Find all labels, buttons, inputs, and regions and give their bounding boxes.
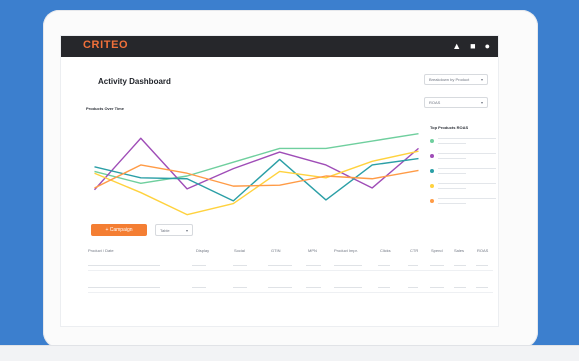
table-row <box>88 284 498 293</box>
legend-placeholder-line <box>438 153 496 154</box>
column-header-mpn: MPN <box>308 248 317 253</box>
column-header-social: Social <box>234 248 245 253</box>
view-dropdown[interactable]: Table ▾ <box>155 224 193 236</box>
metric-dropdown[interactable]: ROAS ▾ <box>424 97 488 108</box>
legend-dot <box>430 169 434 173</box>
table-row-separator <box>88 292 493 293</box>
chevron-down-icon: ▾ <box>480 77 483 82</box>
metric-dropdown-label: ROAS <box>429 100 441 105</box>
add-campaign-button[interactable]: + Campaign <box>91 224 147 236</box>
legend-dot <box>430 184 434 188</box>
legend-dot <box>430 139 434 143</box>
column-header-ctr: CTR <box>410 248 419 253</box>
page-title: Activity Dashboard <box>98 77 171 86</box>
topbar-icons: ▲ ■ ● <box>452 39 490 53</box>
legend-dot <box>430 154 434 158</box>
table-header: Product / Date Display Social GTIN MPN P… <box>88 248 498 256</box>
legend-placeholder-line <box>438 188 466 189</box>
legend-placeholder-line <box>438 168 496 169</box>
column-header-display: Display <box>196 248 210 253</box>
chart-series-line-5 <box>94 164 419 189</box>
top-bar: CRITEO ▲ ■ ● <box>61 36 498 57</box>
column-header-spend: Spend <box>431 248 443 253</box>
laptop-base <box>0 345 579 361</box>
chevron-down-icon: ▾ <box>185 227 188 233</box>
legend-placeholder-line <box>438 158 466 159</box>
view-dropdown-label: Table <box>160 227 170 233</box>
top-products-title: Top Products ROAS <box>430 125 469 130</box>
doc-icon[interactable]: ■ <box>470 39 475 53</box>
breakdown-dropdown-label: Breakdown by Product <box>429 77 470 82</box>
bell-icon[interactable]: ▲ <box>452 39 461 53</box>
dashboard-screen: CRITEO ▲ ■ ● Activity Dashboard Breakdow… <box>60 35 499 327</box>
column-header-product-impr: Product Impr. <box>334 248 358 253</box>
column-header-roas: ROAS <box>477 248 489 253</box>
breakdown-dropdown[interactable]: Breakdown by Product ▾ <box>424 74 488 85</box>
user-icon[interactable]: ● <box>485 39 490 53</box>
column-header-clicks: Clicks <box>380 248 391 253</box>
legend-item-4 <box>430 182 496 197</box>
legend-placeholder-line <box>438 198 496 199</box>
legend-placeholder-line <box>438 143 466 144</box>
legend-item-5 <box>430 197 496 212</box>
legend-placeholder-line <box>438 203 466 204</box>
chevron-down-icon: ▾ <box>480 100 483 105</box>
chart-series-line-2 <box>94 137 419 191</box>
legend-dot <box>430 199 434 203</box>
legend-placeholder-line <box>438 138 496 139</box>
products-over-time-chart <box>94 132 419 216</box>
legend-placeholder-line <box>438 173 466 174</box>
legend-item-1 <box>430 137 496 152</box>
column-header-product-date: Product / Date <box>88 248 114 253</box>
chart-title: Products Over Time <box>86 106 124 111</box>
table-row-separator <box>88 270 493 271</box>
table-row <box>88 262 498 271</box>
legend-placeholder-line <box>438 183 496 184</box>
top-products-legend <box>430 137 496 212</box>
legend-item-3 <box>430 167 496 182</box>
legend-item-2 <box>430 152 496 167</box>
criteo-logo: CRITEO <box>83 39 129 51</box>
column-header-sales: Sales <box>454 248 465 253</box>
column-header-gtin: GTIN <box>271 248 281 253</box>
